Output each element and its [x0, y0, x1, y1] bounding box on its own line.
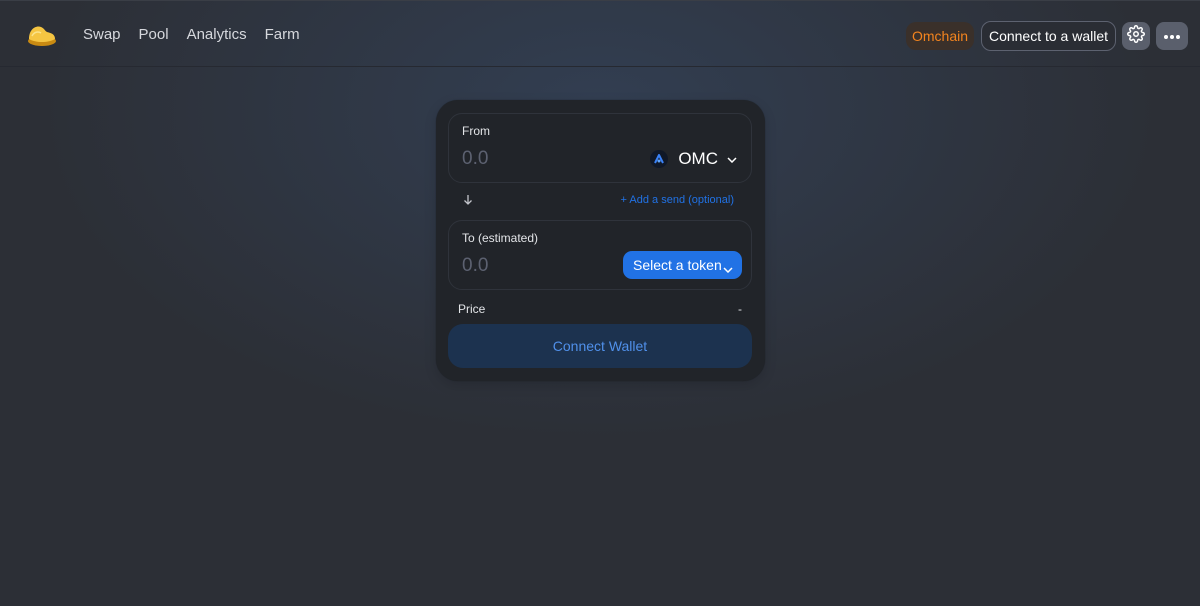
connect-to-wallet-button[interactable]: Connect to a wallet [981, 21, 1116, 51]
main-nav: Swap Pool Analytics Farm [83, 26, 318, 44]
price-label: Price [458, 302, 486, 316]
connect-wallet-button[interactable]: Connect Wallet [448, 324, 752, 368]
network-badge[interactable]: Omchain [906, 22, 974, 50]
from-token-symbol: OMC [678, 149, 718, 168]
select-token-label: Select a token [633, 257, 722, 273]
omc-token-icon [650, 150, 669, 168]
to-panel: To (estimated) Select a token [448, 220, 752, 290]
chevron-down-icon [727, 150, 737, 168]
add-send-link[interactable]: + Add a send (optional) [621, 194, 734, 206]
swap-card: From OMC + Add a send (optional) To (est… [436, 100, 765, 381]
nav-farm[interactable]: Farm [265, 26, 300, 44]
to-amount-input[interactable] [462, 255, 612, 277]
chevron-down-icon [723, 260, 733, 276]
select-token-button[interactable]: Select a token [623, 251, 742, 279]
from-amount-input[interactable] [462, 148, 612, 170]
nav-swap[interactable]: Swap [83, 26, 121, 44]
more-button[interactable] [1156, 22, 1188, 50]
nav-analytics[interactable]: Analytics [187, 26, 247, 44]
from-token-selector[interactable]: OMC [650, 148, 737, 170]
price-value: - [738, 302, 742, 316]
gear-icon [1127, 24, 1145, 48]
arrow-down-icon[interactable] [463, 193, 473, 211]
bread-slice-icon[interactable] [26, 21, 58, 47]
more-horizontal-icon [1163, 27, 1181, 45]
settings-button[interactable] [1122, 22, 1150, 50]
nav-pool[interactable]: Pool [139, 26, 169, 44]
from-panel: From OMC [448, 113, 752, 183]
top-header: Swap Pool Analytics Farm Omchain Connect… [0, 0, 1200, 67]
from-label: From [462, 124, 490, 138]
to-label: To (estimated) [462, 231, 539, 245]
